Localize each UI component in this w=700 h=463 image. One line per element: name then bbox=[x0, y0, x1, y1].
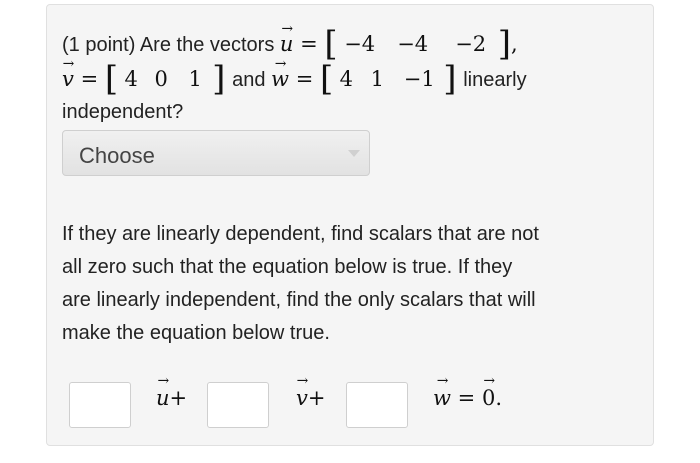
answer-dropdown[interactable]: Choose bbox=[62, 130, 370, 176]
v-entry-1: 4 bbox=[124, 67, 138, 91]
and-label: and bbox=[232, 69, 266, 91]
vector-u-expression: u → = [−4 −4 −2], bbox=[279, 21, 518, 64]
scalar-input-2[interactable] bbox=[207, 382, 269, 428]
instructions-line-2: all zero such that the equation below is… bbox=[62, 256, 513, 278]
question-line-1: (1 point) Are the vectors u → = [−4 −4 −2], bbox=[62, 21, 518, 64]
equation-w-equals-zero: w → = 0 →. bbox=[433, 373, 503, 410]
points-label: (1 point) bbox=[62, 34, 136, 56]
u-entry-3: −2 bbox=[455, 32, 487, 56]
dropdown-selected-value: Choose bbox=[79, 143, 155, 168]
equation-v-term: v → + bbox=[296, 373, 326, 410]
w-entry-3: −1 bbox=[403, 67, 435, 91]
linearly-label: linearly bbox=[463, 69, 527, 91]
question-line-2: v → = [4 0 1] and w → = [4 1 −1] linearly bbox=[62, 56, 527, 99]
instructions-line-1: If they are linearly dependent, find sca… bbox=[62, 223, 539, 245]
v-entry-3: 1 bbox=[188, 67, 202, 91]
instructions-paragraph: If they are linearly dependent, find sca… bbox=[62, 218, 642, 350]
scalar-input-3[interactable] bbox=[346, 382, 408, 428]
question-intro: Are the vectors bbox=[139, 34, 275, 56]
vector-w-expression: w → = [4 1 −1] bbox=[271, 56, 457, 99]
equation-u-term: u → + bbox=[156, 373, 188, 410]
instructions-line-3: are linearly independent, find the only … bbox=[62, 289, 536, 311]
instructions-line-4: make the equation below true. bbox=[62, 322, 330, 344]
vector-v-symbol: v → bbox=[62, 56, 75, 91]
vector-v-expression: v → = [4 0 1] bbox=[62, 56, 226, 99]
vector-w-symbol: w → bbox=[271, 56, 289, 91]
question-line-3: independent? bbox=[62, 101, 184, 123]
u-entry-1: −4 bbox=[344, 32, 376, 56]
w-entry-1: 4 bbox=[339, 67, 353, 91]
zero-vector: 0 → bbox=[481, 373, 496, 410]
v-entry-2: 0 bbox=[154, 67, 168, 91]
chevron-down-icon bbox=[339, 131, 369, 175]
u-entry-2: −4 bbox=[397, 32, 429, 56]
scalar-input-1[interactable] bbox=[69, 382, 131, 428]
w-entry-2: 1 bbox=[370, 67, 384, 91]
vector-u-symbol: u → bbox=[279, 21, 294, 56]
